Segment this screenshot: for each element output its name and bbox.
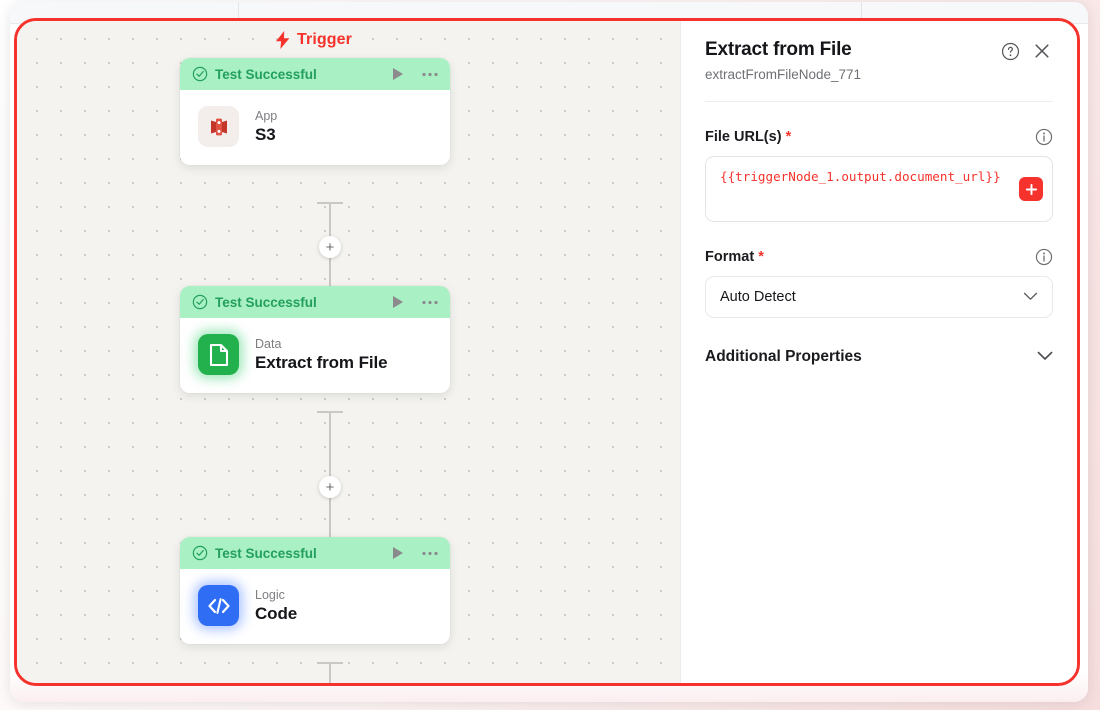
ellipsis-icon[interactable] <box>422 551 438 556</box>
file-url-value: {{triggerNode_1.output.document_url}} <box>720 169 1001 184</box>
node-category: Logic <box>255 587 285 602</box>
play-icon[interactable] <box>392 67 405 81</box>
panel-subtitle: extractFromFileNode_771 <box>705 67 862 82</box>
chevron-down-icon <box>1037 348 1053 366</box>
node-title: S3 <box>255 124 276 144</box>
node-status-label: Test Successful <box>215 66 317 82</box>
workflow-canvas[interactable]: Trigger Test Successful App S3 + Test Su… <box>17 21 680 683</box>
format-select[interactable]: Auto Detect <box>705 276 1053 318</box>
node-body: Logic Code <box>180 569 450 644</box>
file-url-label-text: File URL(s) <box>705 129 782 145</box>
code-brackets-icon <box>198 585 239 626</box>
format-selected-value: Auto Detect <box>720 289 796 305</box>
check-circle-icon <box>192 294 208 310</box>
format-label-row: Format * <box>705 248 1053 266</box>
workflow-node-extract-from-file[interactable]: Test Successful Data Extract from File <box>180 286 450 393</box>
connector-line <box>329 662 331 683</box>
file-url-label: File URL(s) * <box>705 129 1035 145</box>
file-url-input[interactable]: {{triggerNode_1.output.document_url}} <box>705 156 1053 222</box>
document-icon <box>198 334 239 375</box>
lightning-bolt-icon <box>275 31 291 49</box>
trigger-label-text: Trigger <box>297 31 352 48</box>
ellipsis-icon[interactable] <box>422 72 438 77</box>
additional-properties-section[interactable]: Additional Properties <box>705 348 1053 366</box>
node-settings-panel: Extract from File extractFromFileNode_77… <box>680 21 1077 683</box>
add-node-button[interactable]: + <box>319 236 341 258</box>
plus-icon: + <box>325 238 335 256</box>
node-header[interactable]: Test Successful <box>180 537 450 569</box>
node-category: Data <box>255 336 282 351</box>
format-label: Format * <box>705 249 1035 265</box>
chevron-down-icon <box>1023 288 1038 306</box>
required-marker: * <box>758 249 764 265</box>
node-title: Extract from File <box>255 352 388 372</box>
additional-properties-label: Additional Properties <box>705 348 862 365</box>
node-category: App <box>255 108 278 123</box>
play-icon[interactable] <box>392 295 405 309</box>
workflow-node-code[interactable]: Test Successful Logic Code <box>180 537 450 644</box>
close-icon[interactable] <box>1031 40 1053 62</box>
plus-icon: + <box>325 478 335 496</box>
workflow-node-s3[interactable]: Test Successful App S3 <box>180 58 450 165</box>
info-icon[interactable] <box>1035 248 1053 266</box>
info-icon[interactable] <box>1035 128 1053 146</box>
file-url-label-row: File URL(s) * <box>705 128 1053 146</box>
node-status-label: Test Successful <box>215 294 317 310</box>
play-icon[interactable] <box>392 546 405 560</box>
s3-bucket-icon <box>198 106 239 147</box>
panel-divider <box>705 101 1053 102</box>
node-body: Data Extract from File <box>180 318 450 393</box>
required-marker: * <box>785 129 792 145</box>
check-circle-icon <box>192 66 208 82</box>
highlight-frame: Trigger Test Successful App S3 + Test Su… <box>14 18 1080 686</box>
question-circle-icon[interactable] <box>999 40 1021 62</box>
check-circle-icon <box>192 545 208 561</box>
node-body: App S3 <box>180 90 450 165</box>
add-node-button[interactable]: + <box>319 476 341 498</box>
node-header[interactable]: Test Successful <box>180 58 450 90</box>
node-header[interactable]: Test Successful <box>180 286 450 318</box>
panel-title: Extract from File <box>705 39 852 60</box>
connector-line <box>329 411 331 537</box>
ellipsis-icon[interactable] <box>422 300 438 305</box>
format-label-text: Format <box>705 249 755 265</box>
trigger-label: Trigger <box>275 31 352 49</box>
node-status-label: Test Successful <box>215 545 317 561</box>
add-expression-button[interactable] <box>1019 177 1043 201</box>
node-title: Code <box>255 603 298 623</box>
panel-header: Extract from File <box>705 39 1053 62</box>
